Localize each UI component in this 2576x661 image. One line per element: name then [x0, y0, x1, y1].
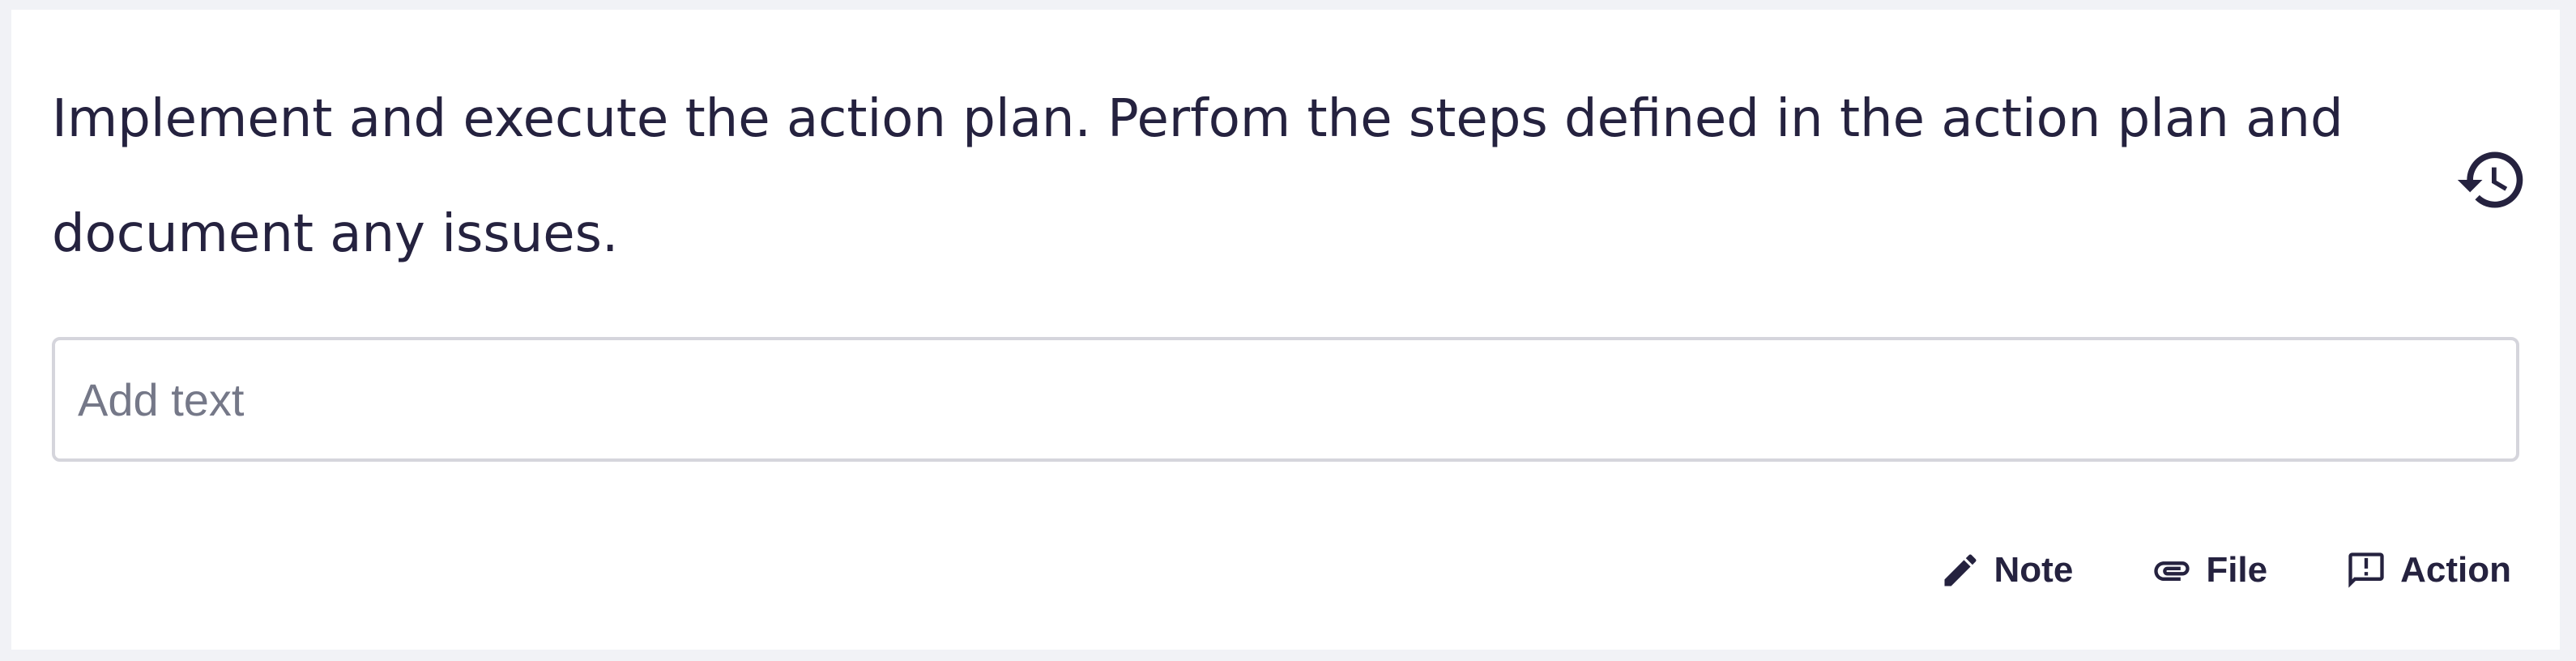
paperclip-icon — [2151, 549, 2193, 591]
pencil-icon — [1939, 549, 1981, 591]
attachment-toolbar: Note File Action — [1939, 549, 2511, 591]
file-label: File — [2206, 550, 2268, 590]
action-button[interactable]: Action — [2345, 549, 2511, 591]
file-button[interactable]: File — [2151, 549, 2267, 591]
action-label: Action — [2400, 550, 2511, 590]
history-icon — [2457, 151, 2523, 208]
history-button[interactable] — [2450, 138, 2534, 222]
report-message-icon — [2345, 549, 2387, 591]
add-text-input[interactable] — [52, 337, 2519, 462]
note-button[interactable]: Note — [1939, 549, 2074, 591]
note-label: Note — [1994, 550, 2074, 590]
task-description: Implement and execute the action plan. P… — [52, 89, 2344, 264]
task-card: Implement and execute the action plan. P… — [11, 10, 2560, 650]
